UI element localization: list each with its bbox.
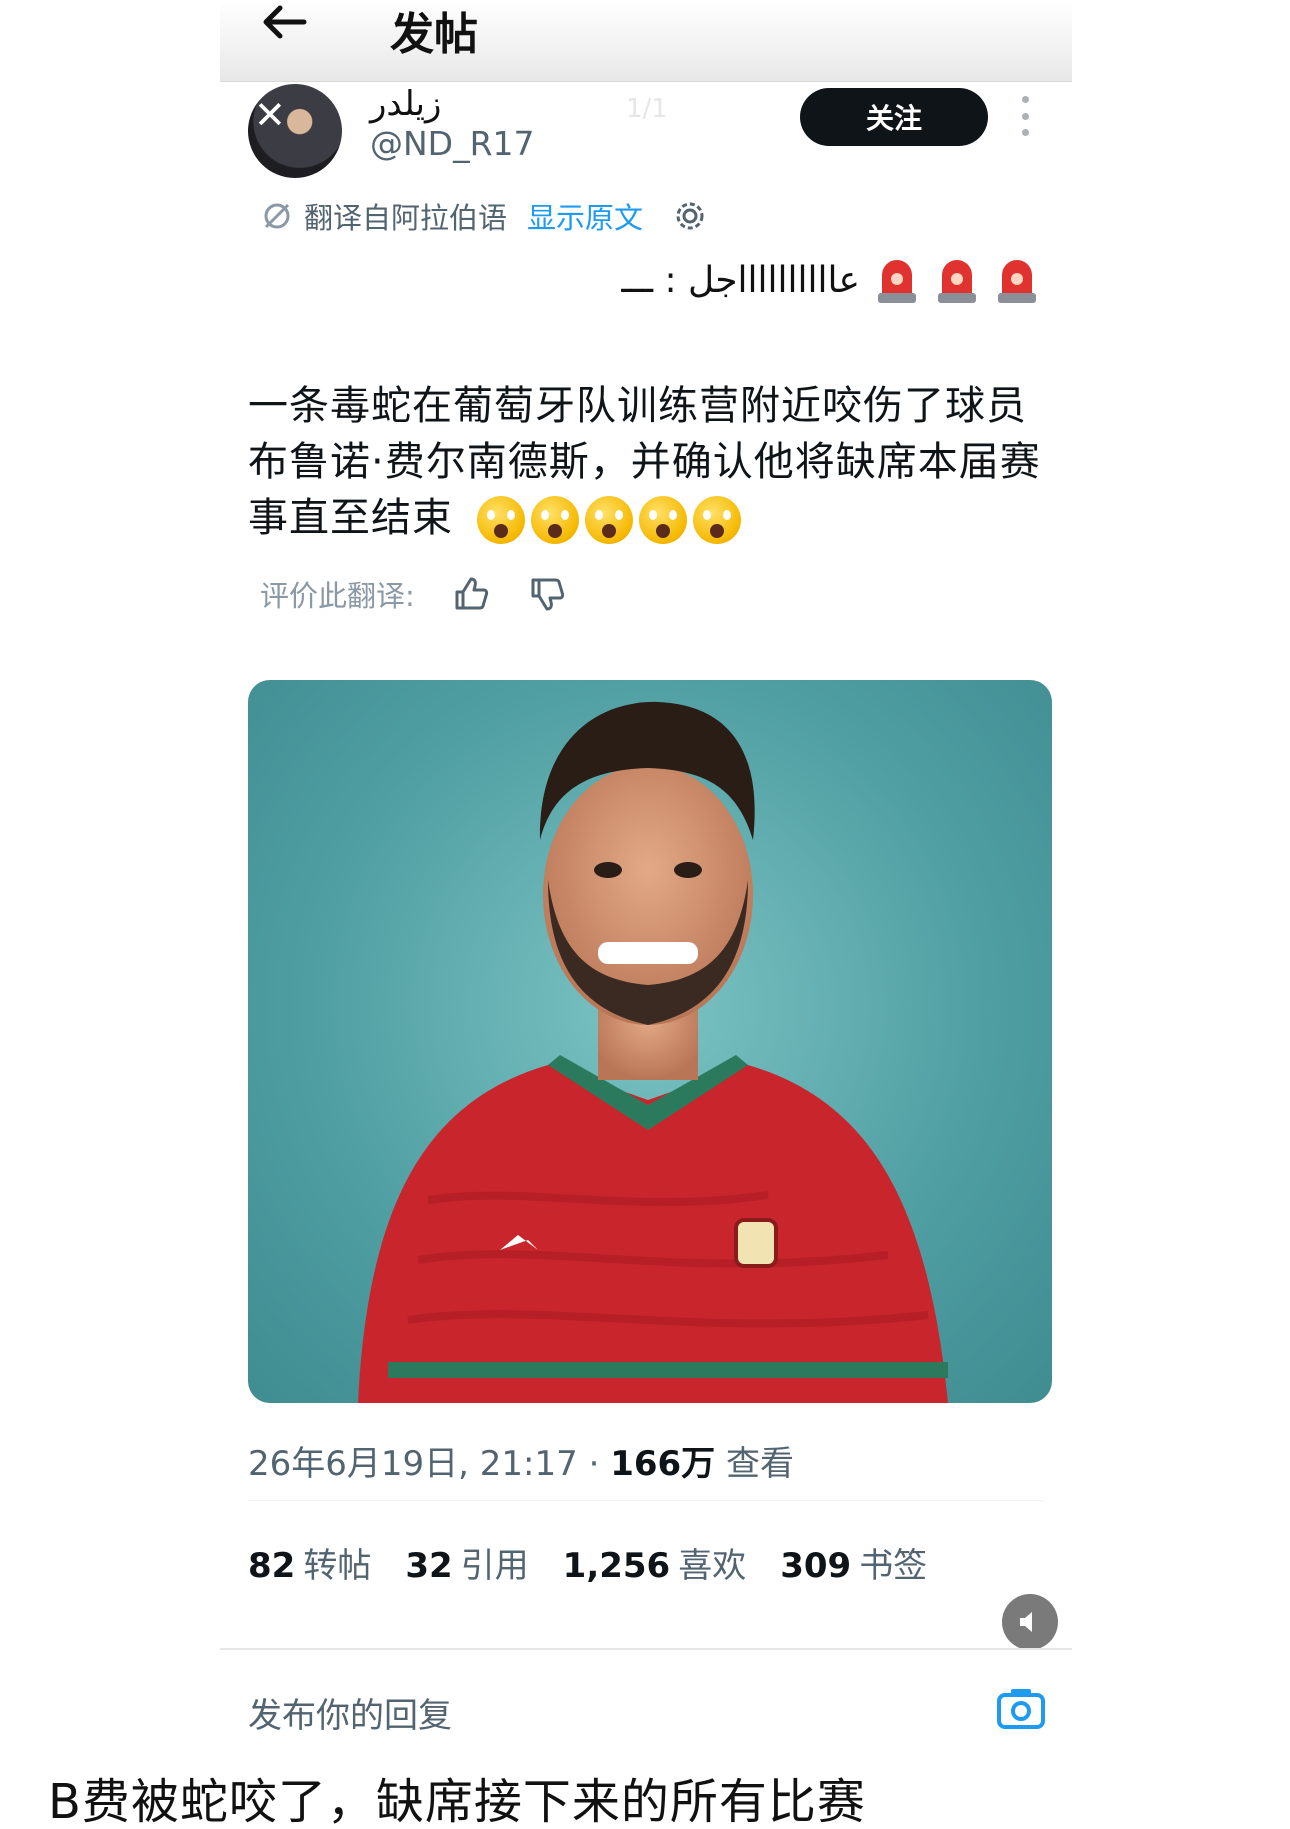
top-bar: 发帖 — [220, 0, 1072, 82]
divider — [248, 1500, 1044, 1501]
follow-button[interactable]: 关注 — [800, 88, 988, 146]
speaker-icon — [1020, 1612, 1032, 1632]
screaming-face-icon — [476, 496, 525, 544]
stat-quotes[interactable]: 32 引用 — [405, 1538, 528, 1587]
stat-likes[interactable]: 1,256 喜欢 — [563, 1538, 747, 1587]
speaker-button[interactable] — [1002, 1594, 1058, 1650]
siren-icon — [938, 260, 976, 303]
screaming-face-emojis — [476, 496, 741, 544]
show-original-link[interactable]: 显示原文 — [527, 195, 643, 237]
views-label: 查看 — [725, 1444, 794, 1484]
camera-icon[interactable] — [996, 1686, 1046, 1730]
original-text: عااااااااااجل : ـــ — [621, 259, 860, 301]
thumbs-down-icon[interactable] — [527, 574, 567, 614]
rate-translation-label: 评价此翻译: — [260, 579, 415, 613]
caption: B费被蛇咬了，缺席接下来的所有比赛 — [48, 1774, 866, 1829]
siren-icon — [998, 260, 1036, 303]
screaming-face-icon — [530, 496, 579, 544]
translate-label: 翻译自阿拉伯语 — [304, 201, 508, 235]
display-name[interactable]: زيلدر — [370, 84, 441, 124]
avatar[interactable]: ✕ — [248, 84, 342, 178]
engagement-stats: 82 转帖 32 引用 1,256 喜欢 309 书签 — [248, 1538, 927, 1587]
tweet-text: 一条毒蛇在葡萄牙队训练营附近咬伤了球员布鲁诺·费尔南德斯，并确认他将缺席本届赛事… — [248, 378, 1048, 546]
siren-icon — [878, 260, 916, 303]
translate-icon — [264, 203, 290, 229]
player-photo — [358, 701, 948, 1403]
rate-translation: 评价此翻译: — [260, 572, 567, 616]
back-arrow-icon — [263, 5, 307, 39]
timestamp: 26年6月19日, 21:17 · — [248, 1444, 600, 1484]
thumbs-up-icon[interactable] — [451, 574, 491, 614]
page-indicator: 1/1 — [626, 94, 668, 124]
reply-input[interactable]: 发布你的回复 — [248, 1688, 452, 1737]
post-screen: 发帖 ✕ زيلدر @ND_R17 1/1 关注 翻译自阿拉伯语 显示原文 ع… — [220, 0, 1072, 1736]
settings-gear-icon[interactable] — [673, 199, 707, 233]
screaming-face-icon — [692, 496, 741, 544]
post-meta: 26年6月19日, 21:17 · 166万 查看 — [248, 1436, 794, 1485]
views-count: 166万 — [610, 1444, 716, 1484]
original-text-line: عااااااااااجل : ـــ — [621, 250, 1040, 310]
back-button[interactable] — [260, 2, 320, 42]
more-dots-icon[interactable] — [1020, 96, 1030, 136]
avatar-x-mark: ✕ — [254, 93, 286, 137]
user-handle[interactable]: @ND_R17 — [370, 124, 535, 163]
stat-bookmarks[interactable]: 309 书签 — [780, 1538, 927, 1587]
stat-reposts[interactable]: 82 转帖 — [248, 1538, 371, 1587]
reply-divider — [220, 1648, 1072, 1650]
page-title: 发帖 — [390, 9, 478, 60]
screaming-face-icon — [584, 496, 633, 544]
translation-bar: 翻译自阿拉伯语 显示原文 — [260, 196, 707, 236]
screaming-face-icon — [638, 496, 687, 544]
post-photo[interactable] — [248, 680, 1052, 1403]
